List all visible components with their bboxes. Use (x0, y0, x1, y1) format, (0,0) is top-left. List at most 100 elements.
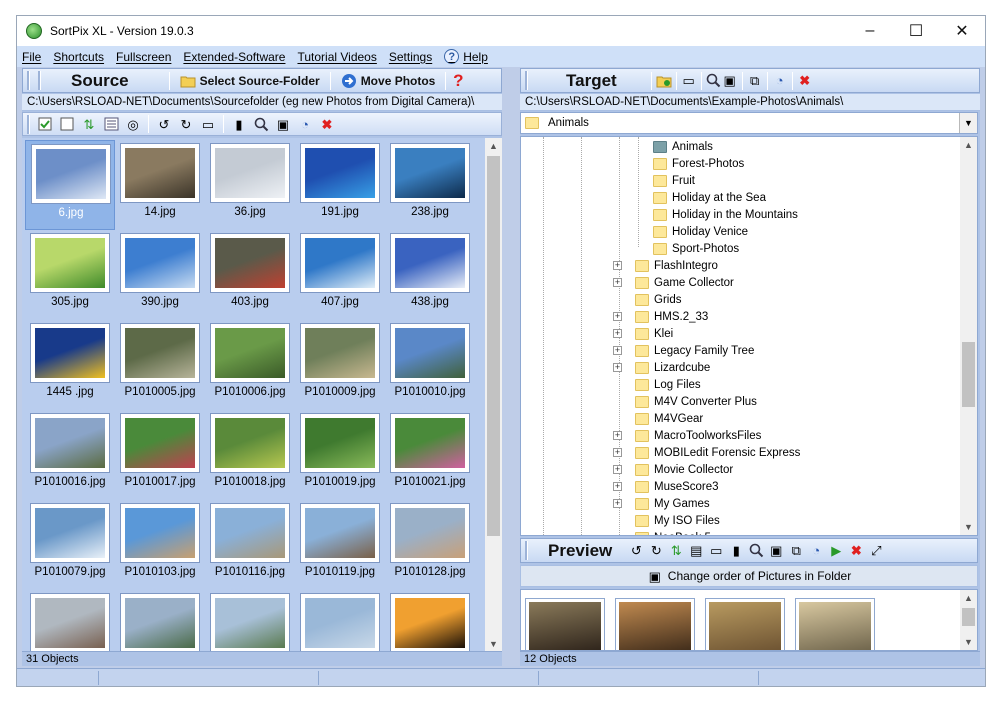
rename-icon[interactable]: ▮ (728, 543, 744, 559)
thumbnail-item[interactable] (205, 590, 295, 652)
select-all-checkbox-icon[interactable] (37, 116, 53, 132)
thumbnail-item[interactable]: P1010103.jpg (115, 500, 205, 590)
tree-item[interactable]: Forest-Photos (653, 155, 744, 172)
rename-folder-icon[interactable]: ▭ (681, 73, 697, 89)
thumbnail-item[interactable] (115, 590, 205, 652)
search-icon[interactable] (253, 116, 269, 132)
thumbnail-item[interactable]: 407.jpg (295, 230, 385, 320)
tree-item[interactable]: M4VGear (635, 410, 703, 427)
preview-scrollbar[interactable]: ▲ ▼ (960, 590, 977, 650)
change-order-button[interactable]: ▣ Change order of Pictures in Folder (520, 565, 978, 587)
browser-icon[interactable]: ◔ (297, 116, 313, 132)
tree-item[interactable]: Animals (653, 138, 713, 155)
slideshow-icon[interactable]: ▶ (828, 543, 844, 559)
tree-scrollbar[interactable]: ▲ ▼ (960, 137, 977, 535)
deselect-all-checkbox-icon[interactable] (59, 116, 75, 132)
help-question-icon[interactable]: ? (450, 72, 466, 89)
tree-expand-icon[interactable]: + (613, 448, 622, 457)
rotate-left-icon[interactable]: ↺ (156, 116, 172, 132)
delete-icon[interactable]: ✖ (319, 116, 335, 132)
delete-icon[interactable]: ✖ (848, 543, 864, 559)
thumbnail-item[interactable]: P1010010.jpg (385, 320, 475, 410)
thumbnail-item[interactable]: 6.jpg (25, 140, 115, 230)
scrollbar-thumb[interactable] (487, 156, 500, 536)
menu-help[interactable]: ? Help (444, 49, 488, 64)
rotate-right-icon[interactable]: ↻ (178, 116, 194, 132)
tree-item[interactable]: Fruit (653, 172, 695, 189)
minimize-button[interactable]: – (847, 16, 893, 46)
copy-icon[interactable]: ⧉ (747, 73, 763, 89)
preview-thumbnail[interactable] (795, 598, 875, 650)
thumbnail-item[interactable]: 1445 .jpg (25, 320, 115, 410)
tree-item[interactable]: Movie Collector (635, 461, 733, 478)
scroll-up-arrow[interactable]: ▲ (485, 138, 502, 154)
source-scrollbar[interactable]: ▲ ▼ (485, 138, 502, 652)
thumbnail-item[interactable]: P1010019.jpg (295, 410, 385, 500)
thumbnail-item[interactable]: 438.jpg (385, 230, 475, 320)
sort-icon[interactable]: ⇅ (668, 543, 684, 559)
menu-tutorial-videos[interactable]: Tutorial Videos (297, 50, 376, 64)
scroll-up-arrow[interactable]: ▲ (960, 137, 977, 153)
rotate-right-icon[interactable]: ↻ (648, 543, 664, 559)
thumbnail-item[interactable] (295, 590, 385, 652)
list-view-icon[interactable] (103, 116, 119, 132)
tree-item[interactable]: HMS.2_33 (635, 308, 708, 325)
tree-item[interactable]: Lizardcube (635, 359, 710, 376)
scroll-down-arrow[interactable]: ▼ (960, 634, 977, 650)
toolbar-grip[interactable] (27, 114, 30, 134)
thumbnail-item[interactable]: P1010009.jpg (295, 320, 385, 410)
tree-item[interactable]: Grids (635, 291, 681, 308)
resize-icon[interactable]: ▭ (200, 116, 216, 132)
tree-item[interactable]: Klei (635, 325, 673, 342)
audio-icon[interactable]: ◎ (125, 116, 141, 132)
menu-file[interactable]: File (22, 50, 41, 64)
tree-expand-icon[interactable]: + (613, 499, 622, 508)
browser-icon[interactable]: ◔ (808, 543, 824, 559)
thumbnail-item[interactable] (385, 590, 475, 652)
maximize-button[interactable]: ☐ (893, 16, 939, 46)
tree-item[interactable]: Game Collector (635, 274, 734, 291)
tree-item[interactable]: Holiday in the Mountains (653, 206, 798, 223)
thumbnail-item[interactable]: P1010005.jpg (115, 320, 205, 410)
thumbnail-item[interactable]: P1010016.jpg (25, 410, 115, 500)
thumbnail-item[interactable]: P1010128.jpg (385, 500, 475, 590)
tree-item[interactable]: M4V Converter Plus (635, 393, 757, 410)
tree-item[interactable]: NeoBook 5 (635, 529, 711, 535)
thumbnail-item[interactable]: 14.jpg (115, 140, 205, 230)
toolbar-grip[interactable] (525, 541, 528, 560)
target-folder-combo[interactable]: Animals ▼ (520, 112, 978, 134)
chevron-down-icon[interactable]: ▼ (959, 113, 977, 133)
tree-item[interactable]: Holiday Venice (653, 223, 748, 240)
close-button[interactable]: ✕ (939, 16, 985, 46)
toolbar-grip[interactable] (27, 71, 30, 90)
scroll-down-arrow[interactable]: ▼ (960, 519, 977, 535)
menu-shortcuts[interactable]: Shortcuts (53, 50, 104, 64)
tree-item[interactable]: FlashIntegro (635, 257, 718, 274)
tree-item[interactable]: Sport-Photos (653, 240, 739, 257)
select-source-folder-button[interactable]: Select Source-Folder (174, 73, 326, 89)
fullscreen-icon[interactable]: ⤢ (868, 543, 884, 559)
scroll-up-arrow[interactable]: ▲ (960, 590, 977, 606)
tree-item[interactable]: Log Files (635, 376, 701, 393)
tree-expand-icon[interactable]: + (613, 312, 622, 321)
resize-icon[interactable]: ▭ (708, 543, 724, 559)
tree-item[interactable]: My Games (635, 495, 710, 512)
new-folder-icon[interactable] (656, 73, 672, 89)
tree-expand-icon[interactable]: + (613, 465, 622, 474)
preview-thumbnail[interactable] (615, 598, 695, 650)
thumbnail-item[interactable]: P1010079.jpg (25, 500, 115, 590)
tree-expand-icon[interactable]: + (613, 278, 622, 287)
preview-thumbnail[interactable] (705, 598, 785, 650)
tree-expand-icon[interactable]: + (613, 363, 622, 372)
tree-expand-icon[interactable]: + (613, 482, 622, 491)
tree-item[interactable]: Legacy Family Tree (635, 342, 754, 359)
menu-extended-software[interactable]: Extended-Software (183, 50, 285, 64)
rotate-left-icon[interactable]: ↺ (628, 543, 644, 559)
thumbnail-item[interactable]: P1010006.jpg (205, 320, 295, 410)
thumbnail-item[interactable]: 238.jpg (385, 140, 475, 230)
tree-expand-icon[interactable]: + (613, 329, 622, 338)
thumbnail-item[interactable]: P1010018.jpg (205, 410, 295, 500)
thumbnail-item[interactable]: 390.jpg (115, 230, 205, 320)
thumbnail-item[interactable]: P1010119.jpg (295, 500, 385, 590)
rename-icon[interactable]: ▮ (231, 116, 247, 132)
